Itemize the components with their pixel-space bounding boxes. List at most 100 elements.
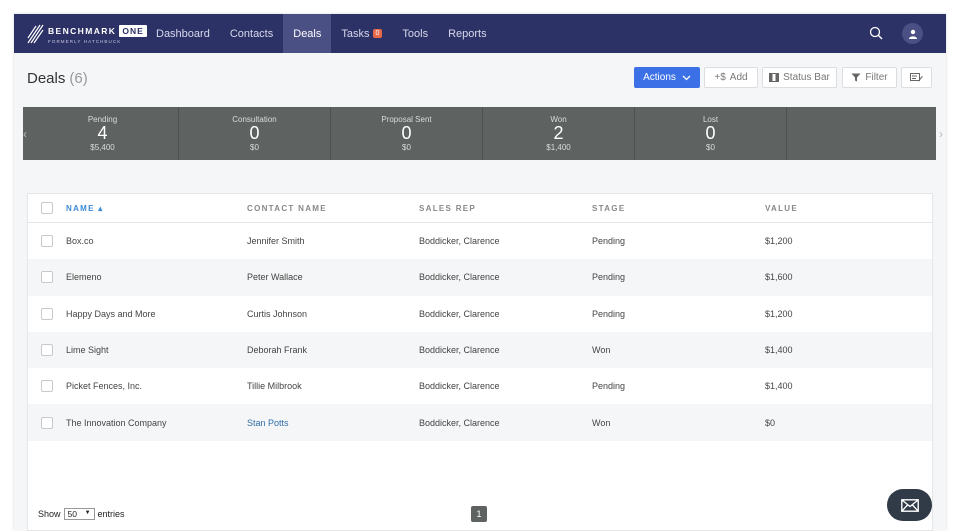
filter-icon — [851, 73, 861, 82]
stage-consultation[interactable]: Consultation 0 $0 — [179, 107, 331, 160]
stage-lost[interactable]: Lost 0 $0 — [635, 107, 787, 160]
table-row[interactable]: Box.co Jennifer Smith Boddicker, Clarenc… — [28, 223, 932, 259]
contact-name: Deborah Frank — [247, 345, 308, 356]
edit-columns-button[interactable] — [901, 67, 932, 88]
table-row[interactable]: The Innovation Company Stan Potts Boddic… — [28, 404, 932, 441]
filter-label: Filter — [865, 72, 888, 83]
status-bar-label: Status Bar — [783, 72, 830, 83]
row-checkbox[interactable] — [41, 344, 53, 357]
table-row[interactable]: Lime Sight Deborah Frank Boddicker, Clar… — [28, 331, 932, 369]
stage-amount: $5,400 — [90, 143, 115, 152]
deal-name[interactable]: Happy Days and More — [66, 309, 247, 319]
page-size-control: Show 50 ▼ entries — [38, 508, 125, 520]
nav-label: Tasks — [341, 27, 370, 40]
nav-item-deals[interactable]: Deals — [283, 14, 332, 53]
stage-count: 0 — [401, 123, 412, 143]
table-row[interactable]: Elemeno Peter Wallace Boddicker, Clarenc… — [28, 259, 932, 296]
pipeline-status-bar: ‹ Pending 4 $5,400 Consultation 0 $0 Pro… — [23, 107, 943, 160]
table-row[interactable]: Picket Fences, Inc. Tillie Milbrook Bodd… — [28, 368, 932, 404]
add-label: Add — [729, 72, 748, 83]
row-checkbox[interactable] — [41, 380, 53, 393]
column-stage-header[interactable]: STAGE — [592, 204, 765, 213]
edit-columns-icon — [910, 73, 923, 82]
caret-down-icon: ▼ — [84, 510, 91, 516]
stage: Pending — [592, 272, 626, 283]
brand-logo[interactable]: BENCHMARK ONE FORMERLY HATCHBUCK — [26, 20, 147, 48]
table-body: Box.co Jennifer Smith Boddicker, Clarenc… — [28, 223, 932, 441]
stage: Won — [592, 417, 611, 428]
value: $1,600 — [765, 272, 793, 283]
value: $1,400 — [765, 345, 793, 356]
deal-count: (6) — [69, 70, 88, 87]
envelope-icon — [900, 498, 919, 512]
status-bar-button[interactable]: Status Bar — [762, 67, 837, 88]
stage-amount: $0 — [402, 143, 411, 152]
user-icon — [908, 29, 917, 39]
sales-rep: Boddicker, Clarence — [419, 308, 500, 319]
stage: Pending — [592, 381, 626, 392]
user-avatar[interactable] — [902, 23, 923, 44]
scroll-right-icon[interactable]: › — [939, 107, 943, 160]
page-size-select[interactable]: 50 ▼ — [63, 508, 95, 520]
tasks-count-badge: 0 — [372, 29, 383, 38]
stage: Pending — [592, 308, 626, 319]
row-checkbox[interactable] — [41, 416, 53, 429]
app-frame: BENCHMARK ONE FORMERLY HATCHBUCK Dashboa… — [14, 14, 946, 531]
value: $1,200 — [765, 308, 793, 319]
stage-amount: $1,400 — [546, 143, 571, 152]
sales-rep: Boddicker, Clarence — [419, 236, 500, 247]
value: $1,400 — [765, 381, 793, 392]
deals-table: NAME ▴ CONTACT NAME SALES REP STAGE VALU… — [27, 193, 933, 531]
sales-rep: Boddicker, Clarence — [419, 345, 500, 356]
column-value-header[interactable]: VALUE — [765, 204, 915, 213]
row-checkbox[interactable] — [41, 235, 53, 248]
sales-rep: Boddicker, Clarence — [419, 272, 500, 283]
column-contact-header[interactable]: CONTACT NAME — [247, 204, 419, 213]
deal-name[interactable]: The Innovation Company — [66, 418, 247, 428]
select-all-checkbox[interactable] — [41, 202, 53, 214]
contact-name: Curtis Johnson — [247, 308, 308, 319]
sales-rep: Boddicker, Clarence — [419, 381, 500, 392]
nav-label: Deals — [293, 27, 322, 40]
page-title: Deals (6) — [27, 70, 88, 87]
actions-button[interactable]: Actions — [634, 67, 700, 88]
nav-label: Reports — [448, 27, 487, 40]
chevron-down-icon — [682, 75, 691, 80]
stage-proposal-sent[interactable]: Proposal Sent 0 $0 — [331, 107, 483, 160]
page-title-text: Deals — [27, 70, 66, 87]
stage-won[interactable]: Won 2 $1,400 — [483, 107, 635, 160]
deal-name[interactable]: Picket Fences, Inc. — [66, 381, 247, 391]
contact-name: Tillie Milbrook — [247, 381, 302, 392]
nav-item-dashboard[interactable]: Dashboard — [146, 14, 220, 53]
actions-label: Actions — [643, 72, 676, 83]
table-header: NAME ▴ CONTACT NAME SALES REP STAGE VALU… — [28, 194, 932, 223]
row-checkbox[interactable] — [41, 271, 53, 284]
top-nav: BENCHMARK ONE FORMERLY HATCHBUCK Dashboa… — [14, 14, 946, 53]
contact-name-link[interactable]: Stan Potts — [247, 418, 419, 428]
stage-empty — [787, 107, 939, 160]
search-icon[interactable] — [869, 26, 883, 40]
add-deal-button[interactable]: +$ Add — [704, 67, 758, 88]
row-checkbox[interactable] — [41, 307, 53, 320]
stage-amount: $0 — [706, 143, 715, 152]
column-name-header[interactable]: NAME ▴ — [66, 204, 247, 213]
value: $1,200 — [765, 236, 793, 247]
stage: Pending — [592, 236, 626, 247]
nav-label: Contacts — [229, 27, 274, 40]
deal-name[interactable]: Elemeno — [66, 272, 247, 282]
page-size-value: 50 — [67, 509, 77, 519]
deal-name[interactable]: Box.co — [66, 236, 247, 246]
stage-pending[interactable]: Pending 4 $5,400 — [27, 107, 179, 160]
nav-item-contacts[interactable]: Contacts — [220, 14, 283, 53]
stage-count: 4 — [97, 123, 108, 143]
nav-item-tools[interactable]: Tools — [392, 14, 438, 53]
messages-button[interactable] — [887, 489, 932, 521]
deal-name[interactable]: Lime Sight — [66, 345, 247, 355]
column-sales-rep-header[interactable]: SALES REP — [419, 204, 592, 213]
pagination-page-1[interactable]: 1 — [471, 506, 487, 522]
nav-item-tasks[interactable]: Tasks 0 — [331, 14, 392, 53]
sales-rep: Boddicker, Clarence — [419, 417, 500, 428]
nav-item-reports[interactable]: Reports — [438, 14, 497, 53]
filter-button[interactable]: Filter — [842, 67, 897, 88]
table-row[interactable]: Happy Days and More Curtis Johnson Boddi… — [28, 296, 932, 332]
